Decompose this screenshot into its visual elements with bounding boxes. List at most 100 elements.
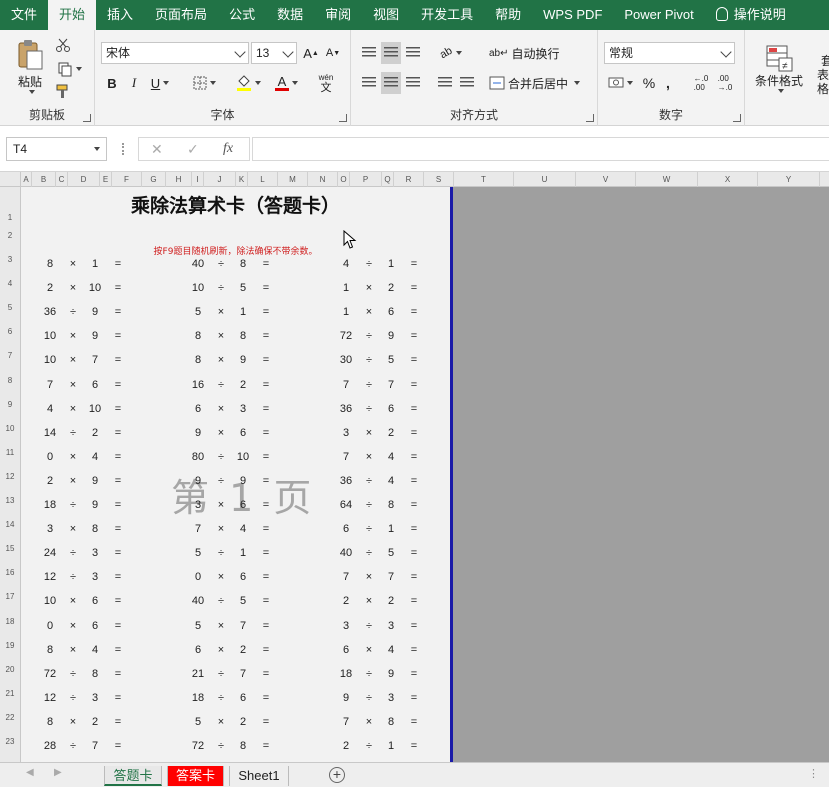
operand-cell[interactable]: 5 [377, 354, 405, 366]
equals-cell[interactable]: = [256, 740, 276, 752]
number-format-select[interactable]: 常规 [604, 42, 735, 64]
equals-cell[interactable]: = [404, 547, 424, 559]
equals-cell[interactable]: = [404, 620, 424, 632]
row-header-4[interactable]: 4 [0, 279, 20, 288]
increase-decimal-button[interactable]: ←.0 .00 [690, 72, 712, 94]
equals-cell[interactable]: = [108, 668, 128, 680]
equals-cell[interactable]: = [256, 499, 276, 511]
column-header-W[interactable]: W [636, 172, 698, 187]
row-header-2[interactable]: 2 [0, 231, 20, 240]
borders-button[interactable] [191, 72, 217, 94]
column-header-L[interactable]: L [248, 172, 278, 187]
row-header-6[interactable]: 6 [0, 327, 20, 336]
operand-cell[interactable]: 8 [229, 330, 257, 342]
column-header-S[interactable]: S [424, 172, 454, 187]
operand-cell[interactable]: 5 [229, 595, 257, 607]
column-header-K[interactable]: K [236, 172, 248, 187]
equals-cell[interactable]: = [404, 330, 424, 342]
equals-cell[interactable]: = [256, 330, 276, 342]
tab-bar-options-icon[interactable]: ⋮ [808, 767, 819, 780]
operand-cell[interactable]: 7 [377, 379, 405, 391]
font-size-select[interactable]: 13 [251, 42, 297, 64]
equals-cell[interactable]: = [108, 595, 128, 607]
equals-cell[interactable]: = [404, 523, 424, 535]
bold-button[interactable]: B [103, 72, 121, 94]
select-all-corner[interactable] [0, 172, 21, 187]
operand-cell[interactable]: 4 [81, 644, 109, 656]
conditional-format-dropdown-icon[interactable] [777, 88, 784, 93]
column-header-J[interactable]: J [204, 172, 236, 187]
operand-cell[interactable]: 10 [229, 451, 257, 463]
equals-cell[interactable]: = [404, 692, 424, 704]
operand-cell[interactable]: 2 [229, 644, 257, 656]
equals-cell[interactable]: = [404, 595, 424, 607]
row-header-23[interactable]: 23 [0, 737, 20, 746]
equals-cell[interactable]: = [404, 451, 424, 463]
equals-cell[interactable]: = [108, 475, 128, 487]
operand-cell[interactable]: 4 [377, 451, 405, 463]
equals-cell[interactable]: = [256, 716, 276, 728]
increase-indent-button[interactable] [457, 72, 477, 94]
operand-cell[interactable]: 1 [81, 258, 109, 270]
accounting-format-button[interactable] [606, 72, 634, 94]
menu-tab-9[interactable]: 帮助 [484, 0, 532, 30]
equals-cell[interactable]: = [256, 668, 276, 680]
operand-cell[interactable]: 9 [377, 330, 405, 342]
wrap-text-button[interactable]: ab↵ 自动换行 [489, 42, 561, 64]
operand-cell[interactable]: 2 [81, 716, 109, 728]
operand-cell[interactable]: 3 [81, 571, 109, 583]
insert-function-button[interactable]: fx [223, 141, 233, 157]
operand-cell[interactable]: 1 [377, 523, 405, 535]
conditional-format-button[interactable]: ≠ 条件格式 [751, 36, 807, 100]
align-bottom-button[interactable] [403, 42, 423, 64]
equals-cell[interactable]: = [404, 668, 424, 680]
operand-cell[interactable]: 1 [229, 547, 257, 559]
equals-cell[interactable]: = [256, 379, 276, 391]
equals-cell[interactable]: = [108, 306, 128, 318]
equals-cell[interactable]: = [404, 475, 424, 487]
row-header-14[interactable]: 14 [0, 520, 20, 529]
operand-cell[interactable]: 9 [81, 475, 109, 487]
operand-cell[interactable]: 4 [377, 475, 405, 487]
equals-cell[interactable]: = [108, 427, 128, 439]
operand-cell[interactable]: 8 [377, 499, 405, 511]
equals-cell[interactable]: = [404, 306, 424, 318]
operand-cell[interactable]: 2 [81, 427, 109, 439]
operand-cell[interactable]: 7 [81, 354, 109, 366]
row-header-8[interactable]: 8 [0, 376, 20, 385]
column-header-P[interactable]: P [350, 172, 382, 187]
column-header-X[interactable]: X [698, 172, 758, 187]
column-header-B[interactable]: B [32, 172, 56, 187]
fill-color-button[interactable] [233, 72, 263, 94]
equals-cell[interactable]: = [108, 620, 128, 632]
column-header-N[interactable]: N [308, 172, 338, 187]
accounting-dropdown-icon[interactable] [626, 81, 633, 85]
equals-cell[interactable]: = [108, 692, 128, 704]
clipboard-launcher-icon[interactable] [83, 114, 91, 122]
worksheet[interactable]: ABCDEFGHIJKLMNOPQRSTUVWXY 1 2 3 4 5 6 7 8 9 10 11 1… [0, 172, 829, 762]
format-as-table-button[interactable]: 套表格 [817, 50, 829, 100]
paste-dropdown-icon[interactable] [28, 89, 35, 94]
equals-cell[interactable]: = [108, 499, 128, 511]
equals-cell[interactable]: = [108, 451, 128, 463]
operand-cell[interactable]: 6 [229, 571, 257, 583]
equals-cell[interactable]: = [108, 740, 128, 752]
operand-cell[interactable]: 3 [81, 692, 109, 704]
menu-tab-4[interactable]: 公式 [218, 0, 266, 30]
operand-cell[interactable]: 6 [81, 379, 109, 391]
column-header-I[interactable]: I [192, 172, 204, 187]
name-box-dropdown-icon[interactable] [94, 147, 100, 151]
operand-cell[interactable]: 5 [229, 282, 257, 294]
equals-cell[interactable]: = [404, 716, 424, 728]
operand-cell[interactable]: 4 [81, 451, 109, 463]
equals-cell[interactable]: = [256, 571, 276, 583]
operand-cell[interactable]: 9 [229, 354, 257, 366]
equals-cell[interactable]: = [108, 379, 128, 391]
operand-cell[interactable]: 6 [229, 499, 257, 511]
column-header-V[interactable]: V [576, 172, 636, 187]
row-header-7[interactable]: 7 [0, 351, 20, 360]
equals-cell[interactable]: = [108, 644, 128, 656]
operand-cell[interactable]: 1 [377, 258, 405, 270]
font-launcher-icon[interactable] [339, 114, 347, 122]
menu-tab-10[interactable]: WPS PDF [532, 0, 613, 30]
